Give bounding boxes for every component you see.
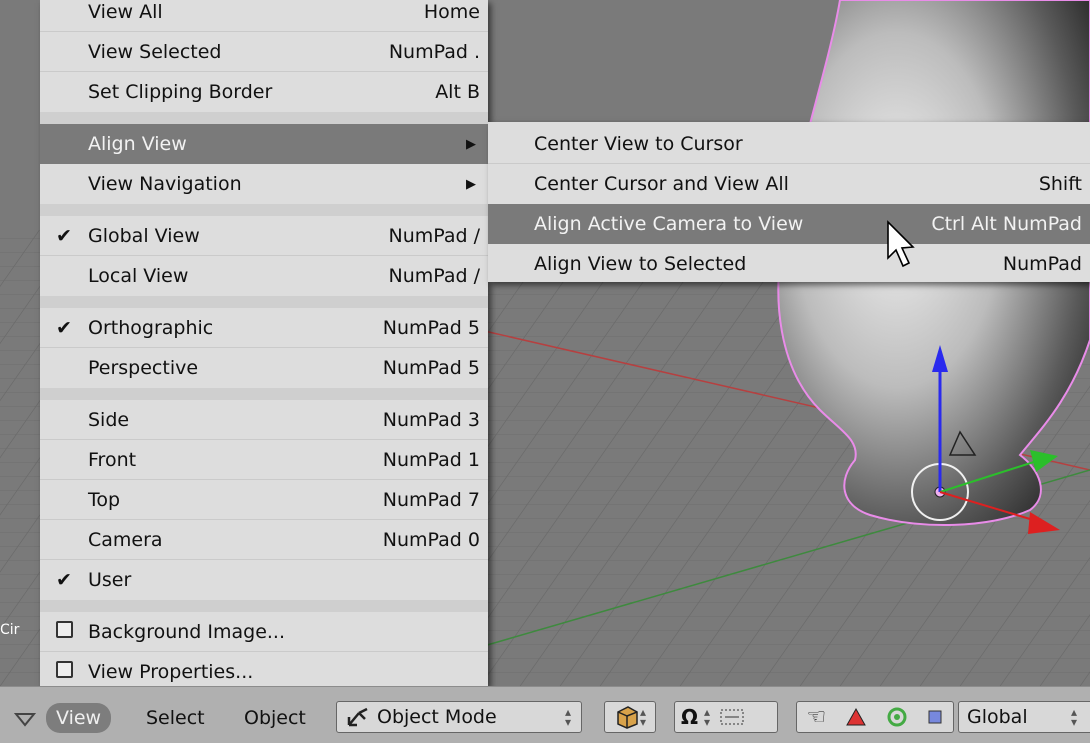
menu-item-label: Orthographic [88,317,214,339]
menu-item-label: Align View to Selected [534,253,747,275]
submenu-item-center-cursor-and-view-all[interactable]: Center Cursor and View All Shift [488,164,1090,204]
menu-item-shortcut: NumPad / [388,265,480,287]
solid-cube-icon [617,706,638,729]
menu-item-align-view[interactable]: Align View ▶ [40,124,488,164]
menu-item-user[interactable]: ✔ User [40,560,488,600]
menu-item-shortcut: NumPad 3 [382,409,480,431]
menu-item-orthographic[interactable]: ✔ Orthographic NumPad 5 [40,308,488,348]
menu-item-front[interactable]: Front NumPad 1 [40,440,488,480]
menu-item-label: View Properties... [88,661,254,683]
submenu-item-center-view-to-cursor[interactable]: Center View to Cursor [488,124,1090,164]
checkmark-icon: ✔ [56,569,72,591]
menu-item-label: Center Cursor and View All [534,173,789,195]
select-menu-button[interactable]: Select [146,703,205,733]
menu-item-shortcut: NumPad 0 [382,529,480,551]
menu-item-shortcut: NumPad / [388,225,480,247]
manipulator-buttons: ☜ [796,701,954,733]
rotate-circle-icon[interactable] [886,706,908,728]
submenu-item-align-active-camera-to-view[interactable]: Align Active Camera to View Ctrl Alt Num… [488,204,1090,244]
menu-item-global-view[interactable]: ✔ Global View NumPad / [40,216,488,256]
menu-item-shortcut: Ctrl Alt NumPad [931,213,1082,235]
menu-item-label: Global View [88,225,200,247]
menu-item-shortcut: NumPad 5 [382,317,480,339]
checkmark-icon: ✔ [56,317,72,339]
scale-square-icon[interactable] [927,709,943,725]
object-menu-button[interactable]: Object [244,703,306,733]
menu-item-view-navigation[interactable]: View Navigation ▶ [40,164,488,204]
mode-dropdown[interactable]: Object Mode ▴ ▾ [336,701,582,733]
align-pivot-icon [720,709,744,725]
menu-item-shortcut: Shift [1038,173,1082,195]
collapse-triangle-icon[interactable] [14,711,36,727]
updown-arrows-icon: ▴ ▾ [704,705,711,729]
menu-item-label: User [88,569,132,591]
menu-item-label: View Navigation [88,173,242,195]
object-mode-icon [347,707,368,727]
menu-item-label: Front [88,449,137,471]
menu-item-label: Background Image... [88,621,286,643]
menu-item-shortcut: Alt B [435,81,480,103]
pivot-icon: Ω [681,705,699,729]
orientation-dropdown[interactable]: Global ▴ ▾ [958,701,1090,733]
menu-item-shortcut: NumPad 5 [382,357,480,379]
menu-separator [40,296,488,308]
menu-item-label: Center View to Cursor [534,133,743,155]
menu-item-set-clipping-border[interactable]: Set Clipping Border Alt B [40,72,488,112]
updown-arrows-icon: ▴ ▾ [564,705,571,729]
menu-item-label: Perspective [88,357,199,379]
menu-item-local-view[interactable]: Local View NumPad / [40,256,488,296]
menu-item-label: Align View [88,133,187,155]
menu-item-label: Local View [88,265,189,287]
menu-item-label: Side [88,409,130,431]
draw-type-dropdown[interactable]: ▴ ▾ [604,701,656,733]
checkmark-icon: ✔ [56,225,72,247]
pivot-dropdown[interactable]: Ω ▴ ▾ [674,701,778,733]
menu-separator [40,600,488,612]
menu-separator [40,388,488,400]
updown-arrows-icon: ▴ ▾ [639,705,647,729]
menu-item-label: View Selected [88,41,222,63]
menu-separator [40,112,488,124]
menu-item-top[interactable]: Top NumPad 7 [40,480,488,520]
3d-view-header: View Select Object Object Mode ▴ ▾ ▴ ▾ Ω ▴… [0,686,1090,743]
menu-item-shortcut: Home [423,1,480,23]
menu-item-side[interactable]: Side NumPad 3 [40,400,488,440]
menu-item-shortcut: NumPad 7 [382,489,480,511]
checkbox-icon [55,661,73,678]
menu-item-view-all[interactable]: View All Home [40,0,488,32]
menu-item-shortcut: NumPad 1 [382,449,480,471]
submenu-arrow-icon: ▶ [466,176,476,192]
submenu-item-align-view-to-selected[interactable]: Align View to Selected NumPad [488,244,1090,282]
menu-item-view-selected[interactable]: View Selected NumPad . [40,32,488,72]
translate-triangle-icon[interactable] [845,707,867,727]
menu-item-label: Align Active Camera to View [534,213,804,235]
view-menu-button[interactable]: View [46,703,112,733]
menu-item-camera[interactable]: Camera NumPad 0 [40,520,488,560]
align-view-submenu: Center View to Cursor Center Cursor and … [488,122,1090,282]
hand-grab-icon[interactable]: ☜ [807,705,827,730]
menu-item-background-image[interactable]: Background Image... [40,612,488,652]
menu-item-perspective[interactable]: Perspective NumPad 5 [40,348,488,388]
menu-item-label: Top [88,489,121,511]
menu-item-shortcut: NumPad . [388,41,480,63]
checkbox-icon [55,621,73,638]
menu-item-label: View All [88,1,163,23]
submenu-arrow-icon: ▶ [466,136,476,152]
mouse-pointer-icon [887,220,915,268]
view-menu: View All Home View Selected NumPad . Set… [40,0,488,686]
menu-item-label: Set Clipping Border [88,81,273,103]
menu-item-shortcut: NumPad [1002,253,1082,275]
object-name-label: Cir [0,622,20,638]
updown-arrows-icon: ▴ ▾ [1071,705,1078,729]
menu-separator [40,204,488,216]
menu-item-label: Camera [88,529,163,551]
